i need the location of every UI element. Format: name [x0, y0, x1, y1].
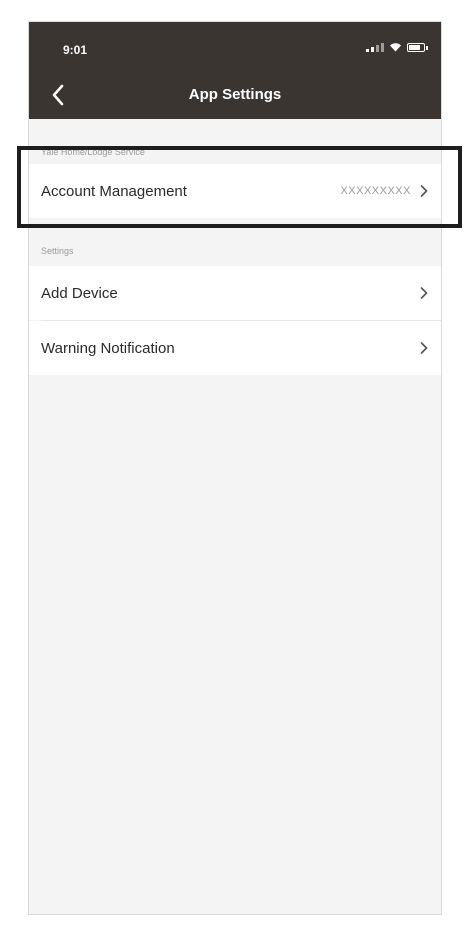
phone-screen: 9:01 App Settings Yale Home/Lodge Servic… [28, 21, 442, 915]
wifi-icon [390, 43, 401, 52]
add-device-label: Add Device [41, 284, 118, 302]
top-bar: 9:01 App Settings [29, 22, 441, 119]
cellular-signal-icon [366, 42, 384, 52]
chevron-right-icon [419, 286, 429, 300]
add-device-row[interactable]: Add Device [29, 266, 441, 320]
account-management-value: XXXXXXXXX [340, 185, 411, 197]
warning-notification-label: Warning Notification [41, 339, 175, 357]
section-header-service: Yale Home/Lodge Service [41, 147, 145, 157]
chevron-right-icon [419, 184, 429, 198]
section-header-settings: Settings [41, 246, 74, 256]
chevron-right-icon [419, 341, 429, 355]
account-management-row[interactable]: Account Management XXXXXXXXX [29, 164, 441, 218]
battery-icon [407, 42, 428, 52]
account-management-label: Account Management [41, 182, 187, 200]
status-time: 9:01 [63, 43, 88, 57]
warning-notification-row[interactable]: Warning Notification [29, 321, 441, 375]
page-title: App Settings [188, 86, 282, 103]
status-icons [366, 42, 428, 52]
